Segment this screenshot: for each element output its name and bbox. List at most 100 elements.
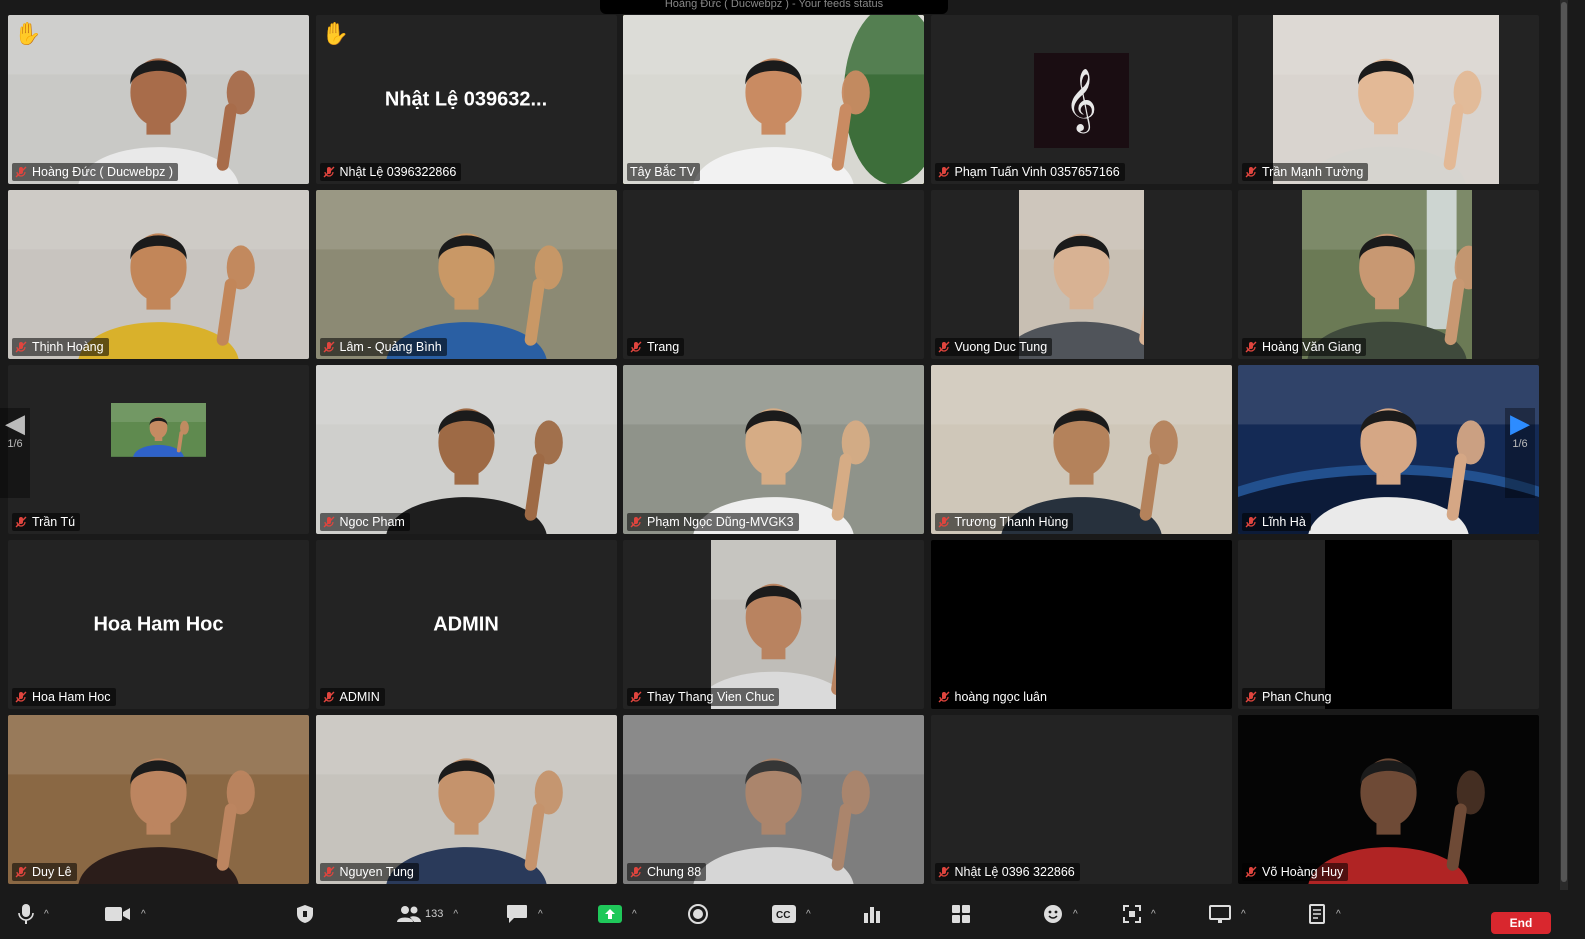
meeting-toolbar: ^ ^ 133 ^ ^ ^ CC ^ ^ ^ ^ ^ xyxy=(0,892,1585,939)
muted-mic-icon xyxy=(938,341,949,353)
muted-mic-icon xyxy=(938,866,949,878)
participant-video xyxy=(1238,365,1539,534)
security-shield-icon xyxy=(297,905,313,923)
participant-video xyxy=(315,190,617,359)
video-button[interactable]: ^ xyxy=(105,900,146,928)
participant-tile[interactable]: Phan Chung xyxy=(1238,540,1539,709)
scrollbar-thumb[interactable] xyxy=(1561,2,1567,882)
participant-display-name: Hoa Ham Hoc xyxy=(93,613,224,635)
video-off-area xyxy=(1325,540,1452,709)
video-options-caret-icon[interactable]: ^ xyxy=(141,909,146,920)
captions-button[interactable]: CC ^ xyxy=(772,900,811,928)
svg-text:CC: CC xyxy=(776,910,790,921)
captions-caret-icon[interactable]: ^ xyxy=(806,909,811,920)
muted-mic-icon xyxy=(323,166,334,178)
participants-caret-icon[interactable]: ^ xyxy=(453,909,458,920)
participant-tile[interactable]: Nguyen Tung xyxy=(315,715,617,884)
mute-button[interactable]: ^ xyxy=(18,900,49,928)
muted-mic-icon xyxy=(1245,341,1257,353)
apps-button[interactable] xyxy=(951,900,971,928)
participant-video xyxy=(1018,190,1144,359)
participant-name-label: Hoàng Đức ( Ducwebpz ) xyxy=(12,163,179,181)
participant-tile[interactable]: Trương Thanh Hùng xyxy=(930,365,1232,534)
participant-tile[interactable]: 𝄞 Phạm Tuấn Vinh 0357657166 xyxy=(930,15,1232,184)
participant-name: Lĩnh Hà xyxy=(1262,515,1306,529)
participant-name: Trương Thanh Hùng xyxy=(954,515,1069,529)
participant-tile[interactable]: ✋ Hoàng Đức ( Ducwebpz ) xyxy=(8,15,309,184)
participant-tile[interactable]: Vuong Duc Tung xyxy=(930,190,1232,359)
participant-video xyxy=(623,365,924,534)
participant-video xyxy=(315,365,617,534)
muted-mic-icon xyxy=(323,866,334,878)
participant-video xyxy=(8,15,309,184)
participant-name: Lâm - Quảng Bình xyxy=(339,340,442,354)
top-banner-text: Hoàng Đức ( Ducwebpz ) - Your feeds stat… xyxy=(664,0,884,10)
participant-tile[interactable]: Lâm - Quảng Bình xyxy=(315,190,617,359)
participant-name: Phan Chung xyxy=(1262,690,1332,704)
participant-name-label: Nhật Lệ 0396 322866 xyxy=(934,863,1080,881)
participant-tile[interactable]: Tây Bắc TV xyxy=(623,15,924,184)
participant-name: Trang xyxy=(647,340,680,354)
notes-button[interactable]: ^ xyxy=(1308,900,1341,928)
participant-tile[interactable]: ADMIN ADMIN xyxy=(315,540,617,709)
participant-name: Võ Hoàng Huy xyxy=(1262,865,1344,879)
participant-name-label: Tây Bắc TV xyxy=(627,163,701,181)
participant-display-name: ADMIN xyxy=(433,613,499,635)
previous-page-button[interactable]: ◀ 1/6 xyxy=(0,408,30,498)
participant-tile[interactable]: Duy Lê xyxy=(8,715,309,884)
gallery-grid: ✋ Hoàng Đức ( Ducwebpz ) Nhật Lệ 039632...… xyxy=(8,15,1539,888)
muted-mic-icon xyxy=(1245,166,1257,178)
polls-button[interactable] xyxy=(862,900,882,928)
remote-control-button[interactable]: ^ xyxy=(1123,900,1156,928)
reactions-button[interactable]: ^ xyxy=(1043,900,1078,928)
record-icon xyxy=(688,904,708,924)
muted-mic-icon xyxy=(15,866,27,878)
participant-tile[interactable]: Trần Tú xyxy=(8,365,309,534)
next-page-button[interactable]: ▶ 1/6 xyxy=(1505,408,1535,498)
whiteboard-button[interactable]: ^ xyxy=(1209,900,1246,928)
remote-control-caret-icon[interactable]: ^ xyxy=(1151,909,1156,920)
participant-name-label: Trần Tú xyxy=(12,513,81,531)
security-button[interactable] xyxy=(296,900,314,928)
muted-mic-icon xyxy=(15,341,27,353)
participant-tile[interactable]: Chung 88 xyxy=(623,715,924,884)
reactions-caret-icon[interactable]: ^ xyxy=(1073,909,1078,920)
participant-tile[interactable]: Lĩnh Hà xyxy=(1238,365,1539,534)
participant-tile[interactable]: Thịnh Hoàng xyxy=(8,190,309,359)
participant-tile[interactable]: Ngoc Pham xyxy=(315,365,617,534)
participant-video xyxy=(1302,190,1472,359)
mic-options-caret-icon[interactable]: ^ xyxy=(44,909,49,920)
page-indicator-right: 1/6 xyxy=(1512,438,1528,450)
participant-tile[interactable]: Nhật Lệ 039632... ✋ Nhật Lệ 0396322866 xyxy=(315,15,617,184)
top-banner: Hoàng Đức ( Ducwebpz ) - Your feeds stat… xyxy=(600,0,948,14)
participant-tile[interactable]: Hoa Ham Hoc Hoa Ham Hoc xyxy=(8,540,309,709)
end-meeting-button[interactable]: End xyxy=(1491,912,1551,934)
chat-caret-icon[interactable]: ^ xyxy=(538,909,543,920)
participant-tile[interactable]: Nhật Lệ 0396 322866 xyxy=(930,715,1232,884)
participant-tile[interactable]: Võ Hoàng Huy xyxy=(1238,715,1539,884)
chat-button[interactable]: ^ xyxy=(506,900,543,928)
participant-name-label: Thịnh Hoàng xyxy=(12,338,109,356)
participant-name: Nhật Lệ 0396 322866 xyxy=(954,865,1075,879)
participant-tile[interactable]: Phạm Ngọc Dũng-MVGK3 xyxy=(623,365,924,534)
participant-tile[interactable]: hoàng ngọc luân xyxy=(930,540,1232,709)
share-caret-icon[interactable]: ^ xyxy=(632,909,637,920)
record-button[interactable] xyxy=(688,900,708,928)
participant-tile[interactable]: Trang xyxy=(623,190,924,359)
share-screen-button[interactable]: ^ xyxy=(598,900,637,928)
participant-name: Hoàng Văn Giang xyxy=(1262,340,1362,354)
reactions-icon xyxy=(1044,905,1062,923)
profile-photo-avatar xyxy=(111,403,206,498)
participant-name-label: Phạm Tuấn Vinh 0357657166 xyxy=(934,163,1125,181)
notes-caret-icon[interactable]: ^ xyxy=(1336,909,1341,920)
participant-tile[interactable]: Hoàng Văn Giang xyxy=(1238,190,1539,359)
participant-name-label: Phan Chung xyxy=(1242,688,1337,706)
participant-video xyxy=(711,540,836,709)
participants-button[interactable]: 133 ^ xyxy=(397,900,458,928)
participant-video xyxy=(8,190,309,359)
participant-tile[interactable]: Thay Thang Vien Chuc xyxy=(623,540,924,709)
participant-tile[interactable]: Trần Mạnh Tường xyxy=(1238,15,1539,184)
participant-name-label: ADMIN xyxy=(319,688,385,706)
whiteboard-caret-icon[interactable]: ^ xyxy=(1241,909,1246,920)
participant-name-label: Ngoc Pham xyxy=(319,513,410,531)
